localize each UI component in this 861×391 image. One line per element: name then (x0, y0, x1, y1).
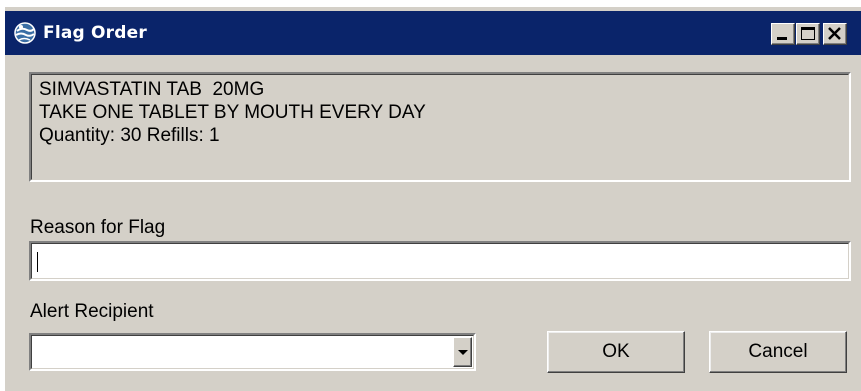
order-drug-line: SIMVASTATIN TAB 20MG (39, 79, 265, 100)
cancel-button[interactable]: Cancel (709, 331, 847, 373)
dropdown-arrow-icon (458, 350, 468, 355)
minimize-icon (777, 37, 787, 40)
dropdown-button[interactable] (453, 337, 472, 367)
recipient-select[interactable] (29, 333, 476, 371)
minimize-button[interactable] (771, 23, 795, 45)
close-button[interactable] (823, 23, 847, 45)
close-icon (828, 27, 841, 40)
maximize-icon (801, 27, 815, 40)
order-sig-line: TAKE ONE TABLET BY MOUTH EVERY DAY (39, 102, 426, 123)
title-bar[interactable]: Flag Order (5, 11, 861, 55)
window-title: Flag Order (43, 23, 147, 43)
order-quantity-line: Quantity: 30 Refills: 1 (39, 125, 220, 146)
order-details-box: SIMVASTATIN TAB 20MG TAKE ONE TABLET BY … (29, 72, 851, 182)
reason-label: Reason for Flag (30, 217, 166, 238)
flag-order-dialog: Flag Order SIMVASTATIN TAB 20MG TAKE ONE… (4, 6, 861, 391)
reason-input[interactable] (29, 241, 851, 281)
recipient-label: Alert Recipient (30, 301, 154, 322)
maximize-button[interactable] (796, 23, 820, 45)
ok-button[interactable]: OK (547, 331, 685, 373)
globe-app-icon (13, 21, 37, 45)
text-caret (37, 252, 38, 272)
